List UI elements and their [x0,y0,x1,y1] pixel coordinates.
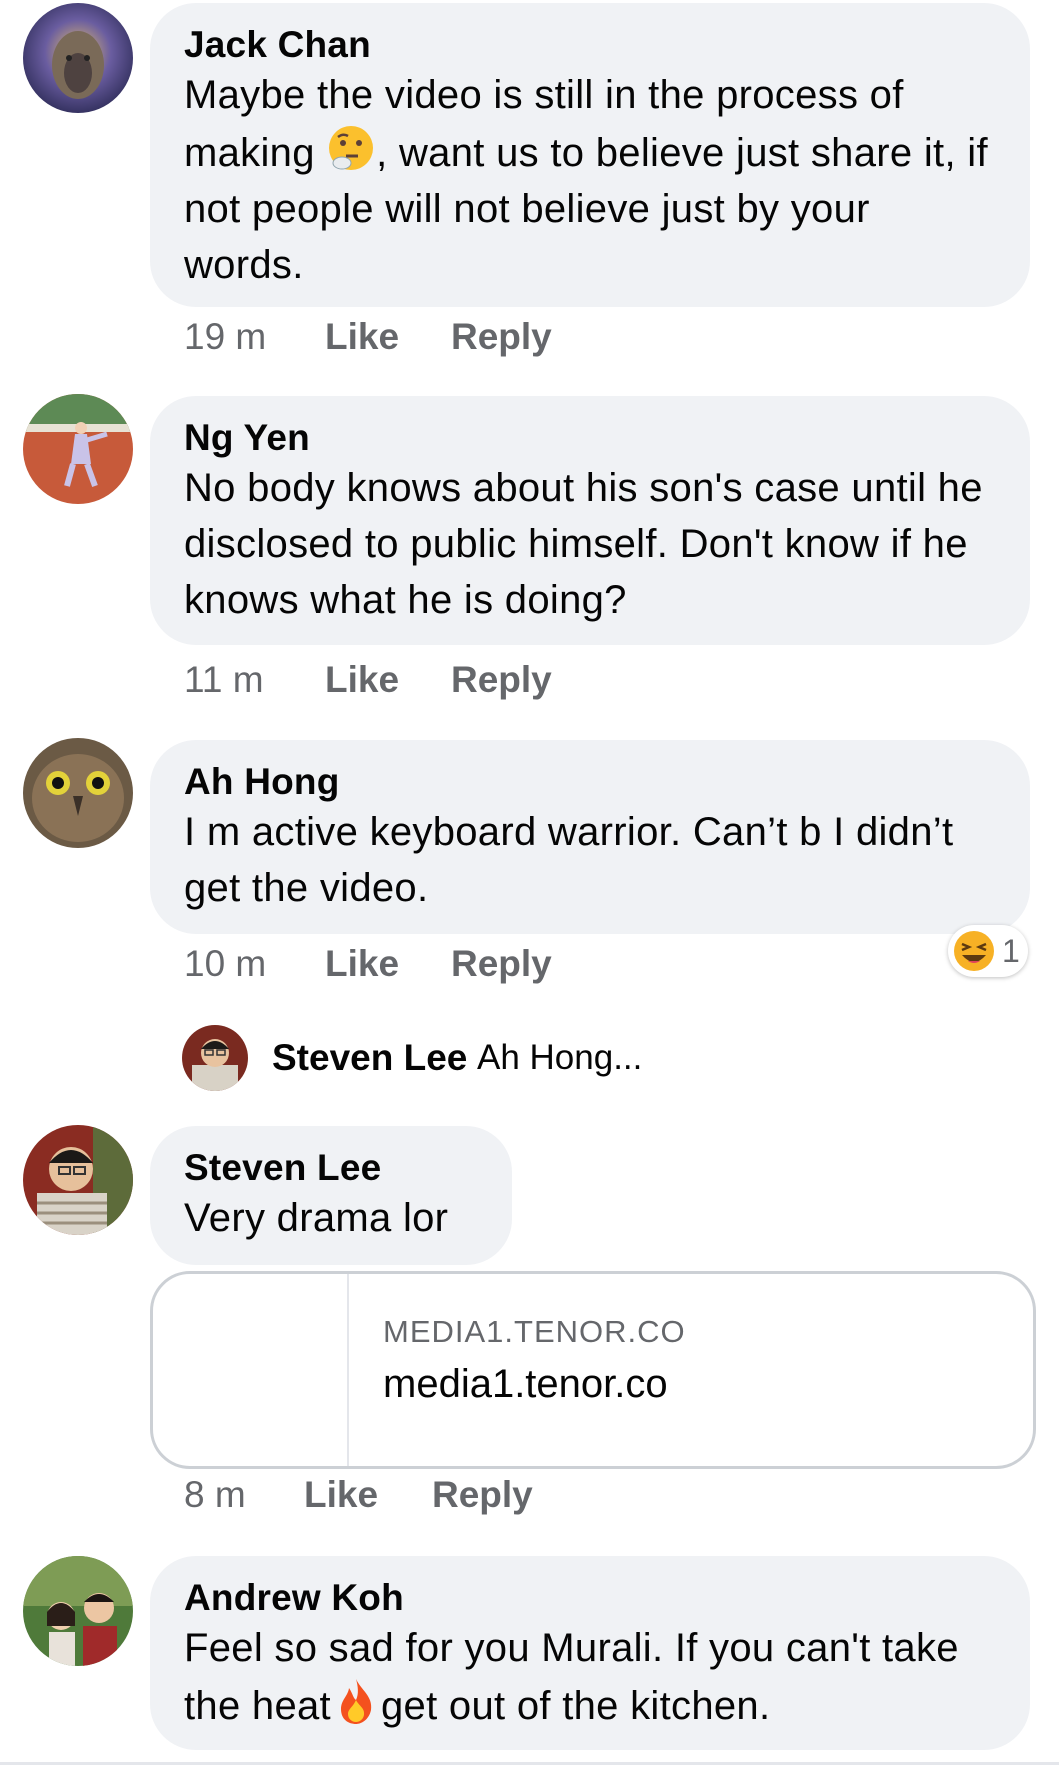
reply-button[interactable]: Reply [432,1474,533,1516]
reaction-count: 1 [1002,933,1020,969]
reply-button[interactable]: Reply [451,943,552,985]
reply-snippet: Ah Hong... [477,1038,643,1077]
avatar-ah-hong[interactable] [23,738,133,848]
like-button[interactable]: Like [325,316,399,358]
comment-text: No body knows about his son's case until… [184,466,983,622]
like-button[interactable]: Like [304,1474,378,1516]
reply-button[interactable]: Reply [451,659,552,701]
like-button[interactable]: Like [325,943,399,985]
comment-timestamp[interactable]: 10 m [184,943,266,985]
link-thumbnail [347,1274,349,1466]
comment-author[interactable]: Steven Lee [184,1146,478,1190]
comment-bubble-ng-yen[interactable]: Ng Yen No body knows about his son's cas… [150,396,1030,645]
comment-author[interactable]: Andrew Koh [184,1576,996,1620]
laughing-face-icon [954,931,994,971]
comment-text: Very drama lor [184,1196,449,1240]
thinking-face-icon [329,126,374,170]
comment-timestamp[interactable]: 11 m [184,659,264,701]
comment-text: Feel so sad for you Murali. If you can't… [184,1626,959,1728]
comment-bubble-jack-chan[interactable]: Jack Chan Maybe the video is still in th… [150,3,1030,307]
avatar-steven-lee[interactable] [23,1125,133,1235]
reaction-badge[interactable]: 1 [948,925,1028,977]
avatar-andrew-koh[interactable] [23,1556,133,1666]
comment-timestamp[interactable]: 19 m [184,316,266,358]
comment-bubble-steven-lee[interactable]: Steven Lee Very drama lor [150,1126,512,1265]
comment-timestamp[interactable]: 8 m [184,1474,246,1516]
like-button[interactable]: Like [325,659,399,701]
link-title[interactable]: media1.tenor.co [383,1362,668,1407]
comment-text: Maybe the video is still in the process … [184,73,988,287]
comment-bubble-andrew-koh[interactable]: Andrew Koh Feel so sad for you Murali. I… [150,1556,1030,1750]
link-preview-card[interactable]: MEDIA1.TENOR.CO media1.tenor.co [150,1271,1036,1469]
reply-button[interactable]: Reply [451,316,552,358]
comment-author[interactable]: Ah Hong [184,760,996,804]
avatar-jack-chan[interactable] [23,3,133,113]
avatar-steven-lee-small[interactable] [182,1025,248,1091]
reply-preview[interactable]: Steven Lee Ah Hong... [182,1025,782,1091]
comment-bubble-ah-hong[interactable]: Ah Hong I m active keyboard warrior. Can… [150,740,1030,934]
avatar-ng-yen[interactable] [23,394,133,504]
reply-author[interactable]: Steven Lee [272,1037,467,1079]
divider [0,1762,1059,1765]
fire-icon [340,1679,372,1724]
link-domain: MEDIA1.TENOR.CO [383,1314,686,1349]
comment-author[interactable]: Jack Chan [184,23,996,67]
comment-author[interactable]: Ng Yen [184,416,996,460]
comment-text: I m active keyboard warrior. Can’t b I d… [184,810,954,910]
